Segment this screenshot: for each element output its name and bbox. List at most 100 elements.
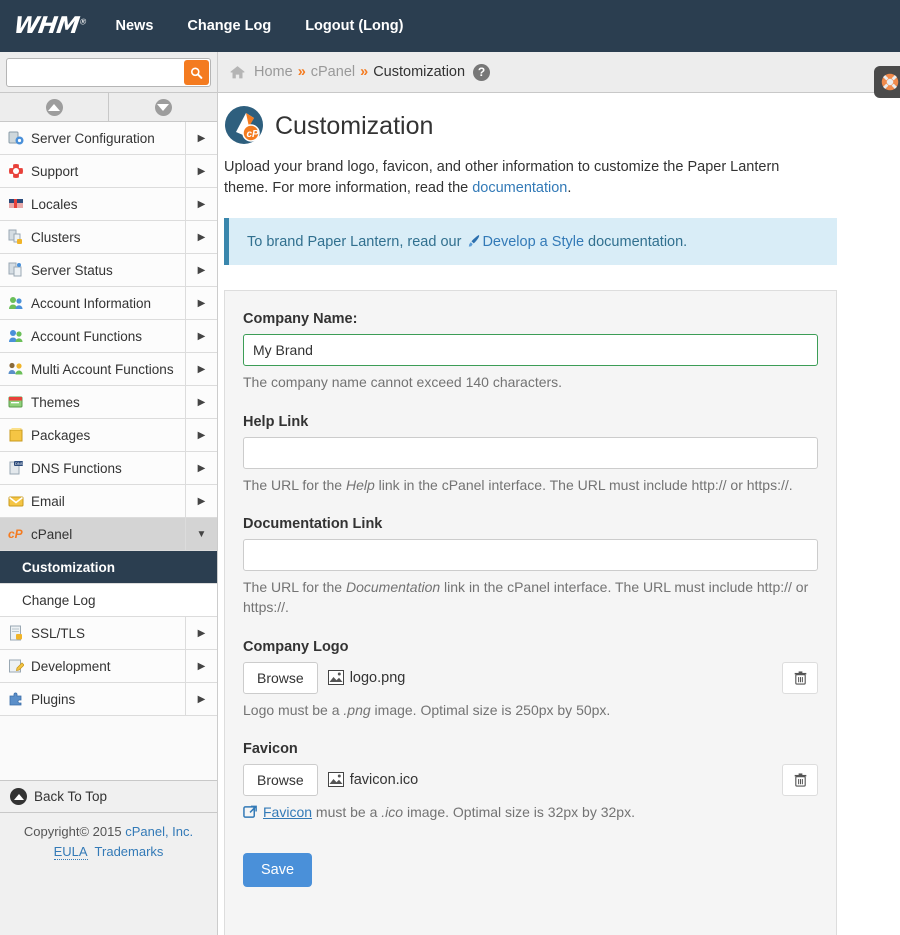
company-name-field-group: Company Name: The company name cannot ex… [243, 311, 818, 392]
breadcrumb: Home » cPanel » Customization ? [218, 52, 900, 93]
favicon-file-row: Browse favicon.ico [243, 764, 818, 796]
customization-form-panel: Company Name: The company name cannot ex… [224, 290, 837, 935]
nav-link-logout[interactable]: Logout (Long) [305, 18, 403, 34]
plugins-icon [8, 691, 24, 707]
sidebar-item-label: Plugins [31, 692, 185, 707]
company-logo-field-group: Company Logo Browse logo.png [243, 639, 818, 720]
sidebar-item-ssl-tls[interactable]: SSL/TLS ▶ [0, 617, 217, 650]
sidebar-item-change-log[interactable]: Change Log [0, 584, 217, 617]
sidebar-item-multi-account-functions[interactable]: Multi Account Functions ▶ [0, 353, 217, 386]
eula-link[interactable]: EULA [54, 844, 88, 860]
breadcrumb-home[interactable]: Home [254, 64, 293, 80]
collapse-all-button[interactable] [0, 93, 108, 121]
sidebar-item-account-information[interactable]: Account Information ▶ [0, 287, 217, 320]
documentation-link[interactable]: documentation [472, 180, 567, 196]
expand-all-button[interactable] [108, 93, 217, 121]
whm-logo-trademark: ® [78, 17, 86, 26]
paintbrush-icon [465, 233, 481, 249]
sidebar-item-label: DNS Functions [31, 461, 185, 476]
trash-icon [793, 670, 808, 686]
documentation-link-input[interactable] [243, 539, 818, 571]
sidebar-item-packages[interactable]: Packages ▶ [0, 419, 217, 452]
sidebar-item-label: cPanel [31, 527, 185, 542]
sidebar-item-customization[interactable]: Customization [0, 551, 217, 584]
server-status-icon [8, 262, 24, 278]
sidebar-item-development[interactable]: Development ▶ [0, 650, 217, 683]
company-logo-file-row: Browse logo.png [243, 662, 818, 694]
help-icon[interactable]: ? [473, 64, 490, 81]
chevron-right-icon: ▶ [185, 320, 217, 352]
intro-text-part-2: . [567, 180, 571, 196]
sidebar-item-label: SSL/TLS [31, 626, 185, 641]
sidebar-item-locales[interactable]: Locales ▶ [0, 188, 217, 221]
sidebar-item-label: Change Log [22, 593, 217, 608]
sidebar-item-clusters[interactable]: Clusters ▶ [0, 221, 217, 254]
search-input[interactable] [7, 59, 179, 86]
trademarks-link[interactable]: Trademarks [95, 844, 164, 859]
save-button[interactable]: Save [243, 853, 312, 887]
documentation-link-help: The URL for the Documentation link in th… [243, 577, 818, 618]
chevron-right-icon: ▶ [185, 287, 217, 319]
chevron-right-icon: ▶ [185, 650, 217, 682]
company-logo-help-part-2: image. Optimal size is 250px by 50px. [371, 702, 611, 718]
company-logo-help-part-1: Logo must be a [243, 702, 343, 718]
nav-link-news[interactable]: News [116, 18, 154, 34]
sidebar-item-label: Server Configuration [31, 131, 185, 146]
search-icon [190, 66, 203, 80]
sidebar-item-server-configuration[interactable]: Server Configuration ▶ [0, 122, 217, 155]
whm-logo[interactable]: WHM® [12, 13, 87, 39]
svg-text:cP: cP [247, 129, 260, 140]
image-file-icon [328, 772, 344, 787]
sidebar-item-email[interactable]: Email ▶ [0, 485, 217, 518]
company-name-input[interactable] [243, 334, 818, 366]
back-to-top-button[interactable]: Back To Top [0, 780, 217, 813]
arrow-up-icon [10, 788, 27, 805]
chevron-right-icon: ▶ [185, 254, 217, 286]
customization-page-icon: cP [224, 105, 264, 148]
help-link-field-group: Help Link The URL for the Help link in t… [243, 414, 818, 495]
sidebar-item-label: Locales [31, 197, 185, 212]
support-floating-button[interactable] [874, 66, 900, 98]
company-logo-help: Logo must be a .png image. Optimal size … [243, 700, 818, 720]
documentation-link-field-group: Documentation Link The URL for the Docum… [243, 516, 818, 618]
chevron-right-icon: ▶ [185, 155, 217, 187]
lifesaver-icon [880, 72, 900, 92]
cpanel-inc-link[interactable]: cPanel, Inc. [125, 824, 193, 839]
back-to-top-label: Back To Top [34, 789, 107, 804]
collapse-expand-row [0, 93, 217, 122]
company-logo-help-emphasis: .png [343, 702, 370, 718]
sidebar-item-label: Packages [31, 428, 185, 443]
company-logo-browse-button[interactable]: Browse [243, 662, 318, 694]
company-logo-file-name: logo.png [350, 670, 406, 686]
sidebar-item-support[interactable]: Support ▶ [0, 155, 217, 188]
info-alert: To brand Paper Lantern, read our Develop… [224, 218, 837, 265]
favicon-delete-button[interactable] [782, 764, 818, 796]
favicon-browse-button[interactable]: Browse [243, 764, 318, 796]
home-icon [229, 64, 246, 81]
sidebar-item-server-status[interactable]: Server Status ▶ [0, 254, 217, 287]
sidebar-item-dns-functions[interactable]: DNS DNS Functions ▶ [0, 452, 217, 485]
documentation-link-label: Documentation Link [243, 516, 818, 532]
packages-icon [8, 427, 24, 443]
sidebar-item-label: Account Functions [31, 329, 185, 344]
sidebar: Server Configuration ▶ Support ▶ Locales… [0, 52, 218, 935]
chevron-right-icon: ▶ [185, 122, 217, 154]
help-link-input[interactable] [243, 437, 818, 469]
alert-text-part-1: To brand Paper Lantern, read our [247, 234, 465, 250]
sidebar-item-label: Customization [22, 560, 217, 575]
company-logo-delete-button[interactable] [782, 662, 818, 694]
develop-a-style-link[interactable]: Develop a Style [482, 234, 584, 250]
breadcrumb-cpanel[interactable]: cPanel [311, 64, 355, 80]
favicon-help-link[interactable]: Favicon [263, 804, 312, 820]
sidebar-item-plugins[interactable]: Plugins ▶ [0, 683, 217, 716]
page-header: cP Customization [224, 105, 900, 148]
sidebar-item-account-functions[interactable]: Account Functions ▶ [0, 320, 217, 353]
nav-link-change-log[interactable]: Change Log [187, 18, 271, 34]
breadcrumb-separator: » [360, 64, 368, 80]
search-button[interactable] [184, 60, 209, 85]
favicon-file-name-wrap: favicon.ico [328, 772, 419, 788]
favicon-help-part-1: must be a [312, 804, 381, 820]
trash-icon [793, 772, 808, 788]
sidebar-item-themes[interactable]: Themes ▶ [0, 386, 217, 419]
sidebar-item-cpanel[interactable]: cP cPanel ▼ [0, 518, 217, 551]
